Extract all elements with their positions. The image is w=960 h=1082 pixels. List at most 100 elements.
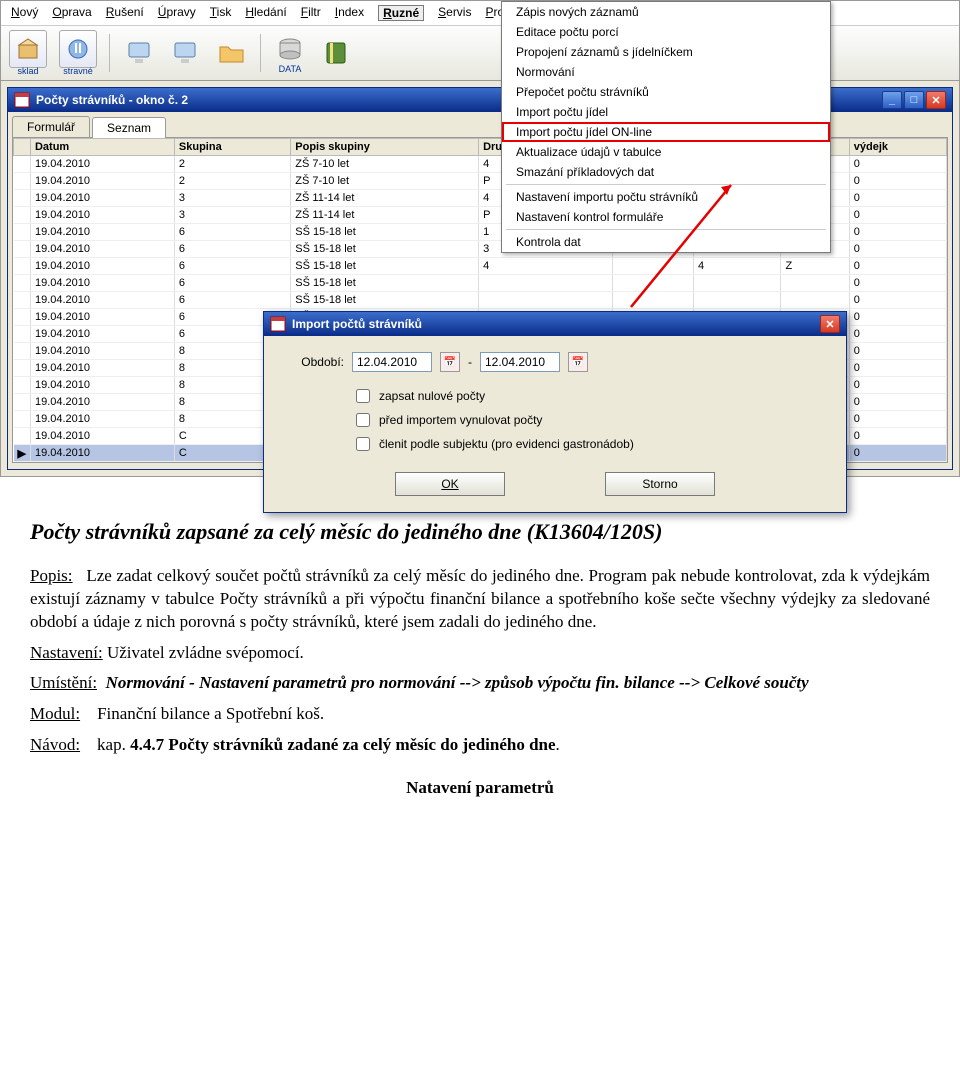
menu-item-highlighted[interactable]: Import počtu jídel ON-line	[502, 122, 830, 142]
close-button[interactable]: ✕	[926, 91, 946, 109]
cell	[14, 258, 31, 275]
cell: Z	[781, 258, 849, 275]
ok-button[interactable]: OK	[395, 472, 505, 496]
cell	[14, 292, 31, 309]
minimize-button[interactable]: _	[882, 91, 902, 109]
table-row[interactable]: 19.04.20106SŠ 15-18 let44Z0	[14, 258, 947, 275]
doc-label-nastaveni: Nastavení:	[30, 643, 103, 662]
menu-úpravy[interactable]: Úpravy	[158, 5, 196, 21]
calendar-button-to[interactable]: 📅	[568, 352, 588, 372]
toolbar-btn-sklad[interactable]	[9, 30, 47, 68]
cell: 0	[849, 428, 946, 445]
toolbar-separator	[260, 34, 261, 72]
cell: 19.04.2010	[30, 173, 174, 190]
menu-item[interactable]: Import počtu jídel	[502, 102, 830, 122]
box-icon	[16, 37, 40, 61]
menu-item[interactable]: Aktualizace údajů v tabulce	[502, 142, 830, 162]
dialog-close-button[interactable]: ✕	[820, 315, 840, 333]
checkbox-reset-before[interactable]	[356, 413, 370, 427]
cell: 19.04.2010	[30, 411, 174, 428]
menu-item[interactable]: Smazání příkladových dat	[502, 162, 830, 182]
cell: 0	[849, 207, 946, 224]
cell: 0	[849, 275, 946, 292]
main-window: Nový Oprava Rušení Úpravy Tisk Hledání Filtr In…	[0, 0, 960, 477]
menu-item[interactable]: Přepočet počtu strávníků	[502, 82, 830, 102]
tab-seznam[interactable]: Seznam	[92, 117, 166, 138]
menu-item[interactable]: Nastavení importu počtu strávníků	[502, 187, 830, 207]
maximize-button[interactable]: □	[904, 91, 924, 109]
cell: ZŠ 11-14 let	[291, 190, 479, 207]
cell	[781, 275, 849, 292]
menu-item[interactable]: Propojení záznamů s jídelníčkem	[502, 42, 830, 62]
checkbox-label: zapsat nulové počty	[379, 389, 485, 403]
menu-rušení[interactable]: Rušení	[106, 5, 144, 21]
cell	[613, 292, 694, 309]
cell	[479, 292, 613, 309]
column-header[interactable]: Datum	[30, 139, 174, 156]
cell: 19.04.2010	[30, 360, 174, 377]
date-from-input[interactable]	[352, 352, 432, 372]
cell: 2	[174, 173, 290, 190]
cell: 0	[849, 156, 946, 173]
menu-item[interactable]: Kontrola dat	[502, 232, 830, 252]
cell: 0	[849, 241, 946, 258]
menu-hledání[interactable]: Hledání	[245, 5, 286, 21]
toolbar-btn-data[interactable]	[273, 32, 307, 66]
cancel-button[interactable]: Storno	[605, 472, 715, 496]
menu-oprava[interactable]: Oprava	[52, 5, 91, 21]
cell: SŠ 15-18 let	[291, 224, 479, 241]
child-window-title: Počty strávníků - okno č. 2	[36, 93, 188, 107]
menu-servis[interactable]: Servis	[438, 5, 471, 21]
doc-text-umisteni: Normování - Nastavení parametrů pro norm…	[106, 673, 809, 692]
checkbox-label: před importem vynulovat počty	[379, 413, 542, 427]
cell: 4	[693, 258, 781, 275]
cell	[613, 258, 694, 275]
cell: 0	[849, 309, 946, 326]
cell: 0	[849, 326, 946, 343]
checkbox-split-subject[interactable]	[356, 437, 370, 451]
cell: ZŠ 7-10 let	[291, 156, 479, 173]
column-header[interactable]	[14, 139, 31, 156]
menu-item[interactable]: Editace počtu porcí	[502, 22, 830, 42]
menu-index[interactable]: Index	[335, 5, 364, 21]
menu-nový[interactable]: Nový	[11, 5, 38, 21]
toolbar-label-sklad: sklad	[17, 66, 38, 76]
cell	[14, 275, 31, 292]
cell: 4	[479, 258, 613, 275]
cell: 19.04.2010	[30, 343, 174, 360]
menu-item[interactable]: Zápis nových záznamů	[502, 2, 830, 22]
cell: ▶	[14, 445, 31, 462]
menu-item[interactable]: Nastavení kontrol formuláře	[502, 207, 830, 227]
table-row[interactable]: 19.04.20106SŠ 15-18 let0	[14, 275, 947, 292]
toolbar-btn-stravne[interactable]	[59, 30, 97, 68]
checkbox-zero-counts[interactable]	[356, 389, 370, 403]
toolbar-btn-folder[interactable]	[214, 36, 248, 70]
cell: 19.04.2010	[30, 394, 174, 411]
cell	[14, 326, 31, 343]
cell: 2	[174, 156, 290, 173]
menu-tisk[interactable]: Tisk	[210, 5, 232, 21]
date-to-input[interactable]	[480, 352, 560, 372]
menu-filtr[interactable]: Filtr	[301, 5, 321, 21]
tab-formulář[interactable]: Formulář	[12, 116, 90, 137]
toolbar-btn-book[interactable]	[319, 36, 353, 70]
cell: 0	[849, 411, 946, 428]
cell: 0	[849, 292, 946, 309]
column-header[interactable]: výdejk	[849, 139, 946, 156]
menu-item[interactable]: Normování	[502, 62, 830, 82]
toolbar-btn-pc2[interactable]	[168, 36, 202, 70]
table-row[interactable]: 19.04.20106SŠ 15-18 let0	[14, 292, 947, 309]
column-header[interactable]: Skupina	[174, 139, 290, 156]
column-header[interactable]: Popis skupiny	[291, 139, 479, 156]
toolbar-btn-pc[interactable]	[122, 36, 156, 70]
cell: 19.04.2010	[30, 428, 174, 445]
monitor-icon	[125, 39, 153, 67]
doc-text-navod: 4.4.7 Počty strávníků zadané za celý měs…	[130, 735, 555, 754]
cell	[14, 428, 31, 445]
window-icon	[270, 316, 286, 332]
window-icon	[14, 92, 30, 108]
period-label: Období:	[284, 355, 344, 369]
cell: 3	[174, 207, 290, 224]
calendar-button-from[interactable]: 📅	[440, 352, 460, 372]
menu-ruzné[interactable]: Ruzné	[378, 5, 424, 21]
